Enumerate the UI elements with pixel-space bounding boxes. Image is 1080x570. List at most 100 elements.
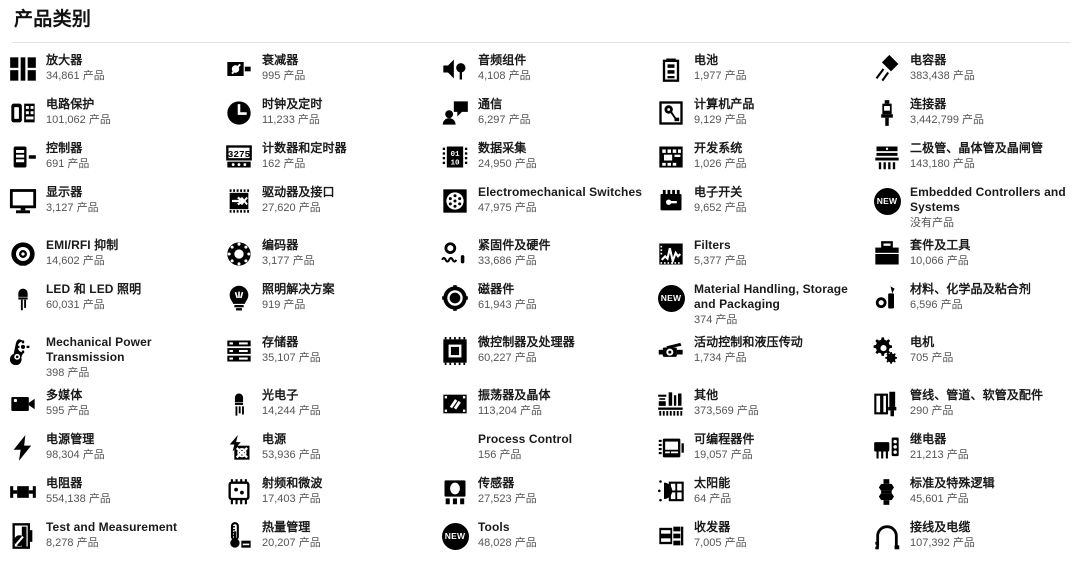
category-text: 材料、化学品及粘合剂 6,596 产品 (910, 282, 1031, 312)
category-count: 没有产品 (910, 217, 954, 229)
category-label: Tools (478, 520, 510, 534)
category-count: 9,652 产品 (694, 202, 747, 214)
category-item[interactable]: 音频组件 4,108 产品 (438, 49, 654, 93)
category-item[interactable]: 套件及工具 10,066 产品 (870, 234, 1080, 278)
svg-text:3275: 3275 (228, 149, 251, 160)
category-item[interactable]: 电源管理 98,304 产品 (6, 428, 222, 472)
category-item[interactable]: Process Control 156 产品 (438, 428, 654, 472)
category-item[interactable]: 二极管、晶体管及晶闸管 143,180 产品 (870, 137, 1080, 181)
category-item[interactable]: 收发器 7,005 产品 (654, 516, 870, 560)
category-text: 收发器 7,005 产品 (694, 520, 747, 550)
category-item[interactable]: 电源 53,936 产品 (222, 428, 438, 472)
category-text: 射频和微波 17,403 产品 (262, 476, 323, 506)
category-item[interactable]: LED 和 LED 照明 60,031 产品 (6, 278, 222, 331)
category-text: 活动控制和液压传动 1,734 产品 (694, 335, 803, 365)
category-label: EMI/RFI 抑制 (46, 238, 119, 252)
category-item[interactable]: 显示器 3,127 产品 (6, 181, 222, 234)
category-item[interactable]: 01 10 数据采集 24,950 产品 (438, 137, 654, 181)
category-count: 64 产品 (694, 493, 732, 505)
category-item[interactable]: 传感器 27,523 产品 (438, 472, 654, 516)
category-label: Embedded Controllers and Systems (910, 185, 1066, 214)
category-item[interactable]: 可编程器件 19,057 产品 (654, 428, 870, 472)
category-item[interactable]: 放大器 34,861 产品 (6, 49, 222, 93)
category-count: 3,177 产品 (262, 255, 315, 267)
category-item[interactable]: 开发系统 1,026 产品 (654, 137, 870, 181)
category-item[interactable]: 光电子 14,244 产品 (222, 384, 438, 428)
category-text: 存储器 35,107 产品 (262, 335, 321, 365)
category-count: 45,601 产品 (910, 493, 969, 505)
category-item[interactable]: 微控制器及处理器 60,227 产品 (438, 331, 654, 384)
power-management-icon (8, 433, 38, 463)
category-label: 电源 (262, 432, 287, 446)
category-item[interactable]: 电阻器 554,138 产品 (6, 472, 222, 516)
category-item[interactable]: NEW Material Handling, Storage and Packag… (654, 278, 870, 331)
category-count: 11,233 产品 (262, 114, 320, 126)
category-item[interactable]: 太阳能 64 产品 (654, 472, 870, 516)
category-item[interactable]: 控制器 691 产品 (6, 137, 222, 181)
category-item[interactable]: 紧固件及硬件 33,686 产品 (438, 234, 654, 278)
category-item[interactable]: Test and Measurement 8,278 产品 (6, 516, 222, 560)
category-item[interactable]: 材料、化学品及粘合剂 6,596 产品 (870, 278, 1080, 331)
category-text: Test and Measurement 8,278 产品 (46, 520, 177, 550)
category-item[interactable]: 接线及电缆 107,392 产品 (870, 516, 1080, 560)
category-item[interactable]: 编码器 3,177 产品 (222, 234, 438, 278)
thermal-management-icon (224, 521, 254, 551)
category-item[interactable]: Filters 5,377 产品 (654, 234, 870, 278)
category-item[interactable]: Mechanical Power Transmission 398 产品 (6, 331, 222, 384)
category-item[interactable]: 电机 705 产品 (870, 331, 1080, 384)
category-item[interactable]: 照明解决方案 919 产品 (222, 278, 438, 331)
category-item[interactable]: 继电器 21,213 产品 (870, 428, 1080, 472)
category-item[interactable]: EMI/RFI 抑制 14,602 产品 (6, 234, 222, 278)
category-item[interactable]: 多媒体 595 产品 (6, 384, 222, 428)
category-text: Embedded Controllers and Systems 没有产品 (910, 185, 1078, 230)
category-item[interactable]: 通信 6,297 产品 (438, 93, 654, 137)
category-item[interactable]: 磁器件 61,943 产品 (438, 278, 654, 331)
transceiver-icon (656, 521, 686, 551)
category-count: 554,138 产品 (46, 493, 111, 505)
category-text: 电机 705 产品 (910, 335, 953, 365)
category-count: 7,005 产品 (694, 537, 747, 549)
materials-chemicals-icon (872, 283, 902, 313)
category-item[interactable]: 电容器 383,438 产品 (870, 49, 1080, 93)
category-item[interactable]: NEW Tools 48,028 产品 (438, 516, 654, 560)
category-item[interactable]: 标准及特殊逻辑 45,601 产品 (870, 472, 1080, 516)
new-badge-icon: NEW (656, 283, 686, 313)
category-text: 电源管理 98,304 产品 (46, 432, 105, 462)
category-item[interactable]: NEW Embedded Controllers and Systems 没有产品 (870, 181, 1080, 234)
category-item[interactable]: 其他 373,569 产品 (654, 384, 870, 428)
category-item[interactable]: Electromechanical Switches 47,975 产品 (438, 181, 654, 234)
category-label: Process Control (478, 432, 573, 446)
category-item[interactable]: 活动控制和液压传动 1,734 产品 (654, 331, 870, 384)
category-text: 电阻器 554,138 产品 (46, 476, 111, 506)
category-item[interactable]: 电池 1,977 产品 (654, 49, 870, 93)
category-item[interactable]: 时钟及定时 11,233 产品 (222, 93, 438, 137)
category-item[interactable]: 存储器 35,107 产品 (222, 331, 438, 384)
category-count: 19,057 产品 (694, 449, 753, 461)
category-item[interactable]: 电路保护 101,062 产品 (6, 93, 222, 137)
category-label: 光电子 (262, 388, 299, 402)
category-item[interactable]: 射频和微波 17,403 产品 (222, 472, 438, 516)
category-label: 接线及电缆 (910, 520, 971, 534)
category-text: 编码器 3,177 产品 (262, 238, 315, 268)
category-text: Filters 5,377 产品 (694, 238, 747, 268)
category-item[interactable]: 3275 计数器和定时器 162 产品 (222, 137, 438, 181)
category-count: 143,180 产品 (910, 158, 975, 170)
category-item[interactable]: 管线、管道、软管及配件 290 产品 (870, 384, 1080, 428)
category-text: 可编程器件 19,057 产品 (694, 432, 755, 462)
led-icon (8, 283, 38, 313)
category-text: 热量管理 20,207 产品 (262, 520, 321, 550)
none (440, 433, 470, 463)
category-item[interactable]: 衰减器 995 产品 (222, 49, 438, 93)
new-badge: NEW (657, 284, 685, 312)
category-label: Test and Measurement (46, 520, 178, 534)
category-item[interactable]: 驱动器及接口 27,620 产品 (222, 181, 438, 234)
category-item[interactable]: 振荡器及晶体 113,204 产品 (438, 384, 654, 428)
category-item[interactable]: 计算机产品 9,129 产品 (654, 93, 870, 137)
optoelectronics-icon (224, 389, 254, 419)
category-count: 48,028 产品 (478, 537, 537, 549)
category-count: 6,596 产品 (910, 299, 963, 311)
category-item[interactable]: 热量管理 20,207 产品 (222, 516, 438, 560)
category-label: 开发系统 (694, 141, 743, 155)
category-item[interactable]: 电子开关 9,652 产品 (654, 181, 870, 234)
category-item[interactable]: 连接器 3,442,799 产品 (870, 93, 1080, 137)
